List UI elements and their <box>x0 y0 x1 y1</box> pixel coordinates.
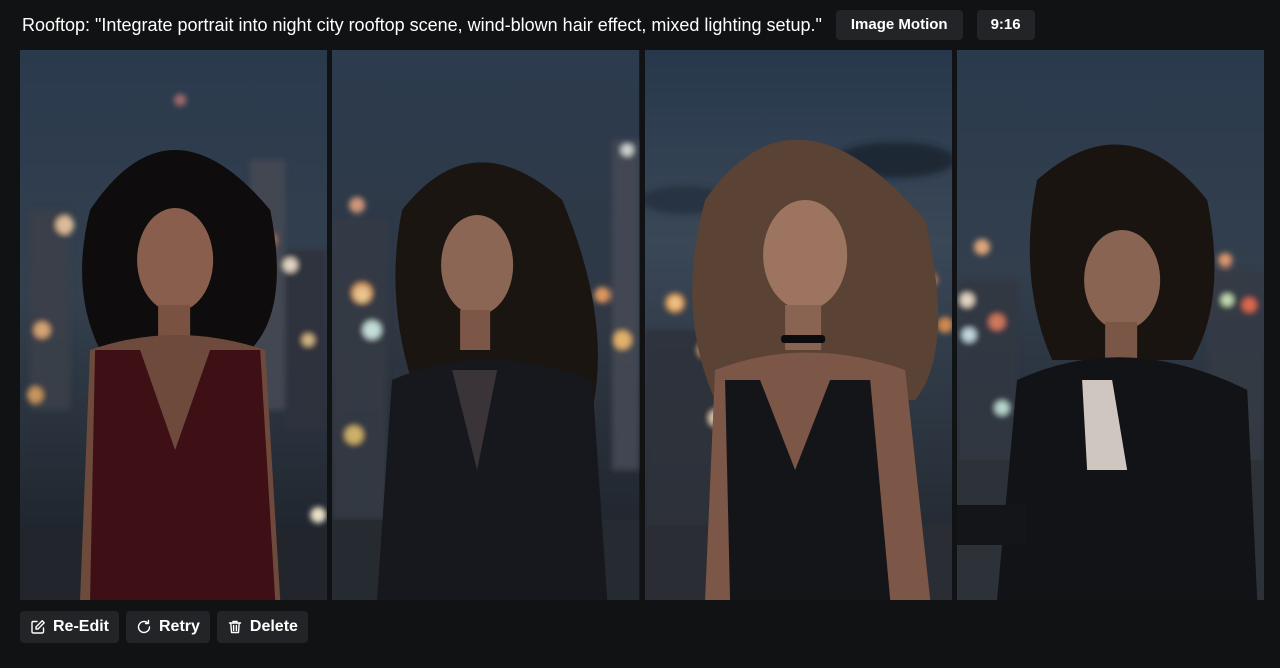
delete-label: Delete <box>249 618 298 635</box>
re-edit-label: Re-Edit <box>53 618 109 635</box>
refresh-icon <box>136 619 152 635</box>
action-toolbar: Re-Edit Retry Delete <box>20 611 308 643</box>
retry-button[interactable]: Retry <box>126 611 210 643</box>
mode-chip[interactable]: Image Motion <box>835 10 963 40</box>
generated-image-2[interactable] <box>332 50 640 600</box>
delete-button[interactable]: Delete <box>216 611 308 643</box>
retry-label: Retry <box>159 618 200 635</box>
prompt-title: Rooftop: "Integrate portrait into night … <box>22 15 822 35</box>
re-edit-button[interactable]: Re-Edit <box>20 611 119 643</box>
generated-image-3[interactable] <box>644 50 952 600</box>
generated-image-4[interactable] <box>956 50 1264 600</box>
result-header: Rooftop: "Integrate portrait into night … <box>22 10 1035 40</box>
edit-icon <box>30 619 46 635</box>
generated-image-1[interactable] <box>20 50 328 600</box>
image-gallery <box>20 50 1264 600</box>
aspect-ratio-chip[interactable]: 9:16 <box>976 10 1035 40</box>
trash-icon <box>227 619 243 635</box>
